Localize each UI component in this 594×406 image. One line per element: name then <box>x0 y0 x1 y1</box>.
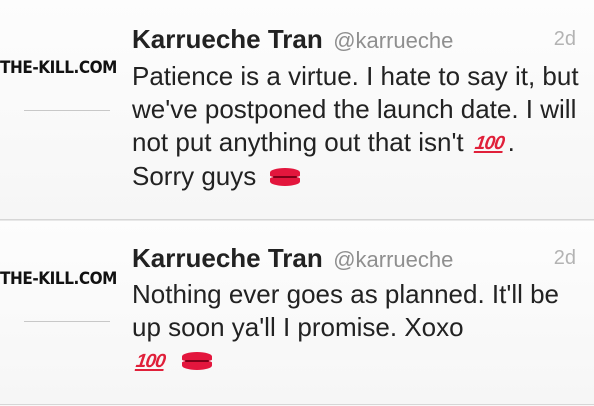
tweet-header: Karrueche Tran @karrueche 2d <box>132 243 576 277</box>
tweet-timestamp: 2d <box>553 28 576 50</box>
tweet-text: Nothing ever goes as planned. It'll be u… <box>132 278 582 378</box>
tweet-text-main: Nothing ever goes as planned. It'll be u… <box>132 279 560 342</box>
hundred-points-icon: 100 <box>473 133 506 154</box>
tweet-item[interactable]: THE-KILL.COM Karrueche Tran @karrueche 2… <box>0 0 594 220</box>
tweet-timeline: THE-KILL.COM Karrueche Tran @karrueche 2… <box>0 0 594 406</box>
avatar[interactable]: THE-KILL.COM <box>0 261 124 341</box>
tweet-timestamp: 2d <box>553 247 576 269</box>
hundred-points-icon: 100 <box>134 351 167 372</box>
kiss-mark-icon <box>269 168 300 186</box>
kiss-mark-icon <box>181 352 212 370</box>
avatar-logo-text: THE-KILL.COM <box>0 58 117 78</box>
tweet-header: Karrueche Tran @karrueche 2d <box>132 24 576 58</box>
avatar[interactable]: THE-KILL.COM <box>0 50 124 130</box>
avatar-logo-text: THE-KILL.COM <box>0 269 117 289</box>
author-handle[interactable]: @karrueche <box>333 247 453 272</box>
tweet-item[interactable]: THE-KILL.COM Karrueche Tran @karrueche 2… <box>0 220 594 405</box>
author-handle[interactable]: @karrueche <box>333 28 453 53</box>
tweet-text: Patience is a virtue. I hate to say it, … <box>132 60 582 193</box>
avatar-underline <box>24 321 110 322</box>
avatar-underline <box>24 110 110 111</box>
author-name[interactable]: Karrueche Tran <box>132 243 323 273</box>
author-name[interactable]: Karrueche Tran <box>132 24 323 54</box>
